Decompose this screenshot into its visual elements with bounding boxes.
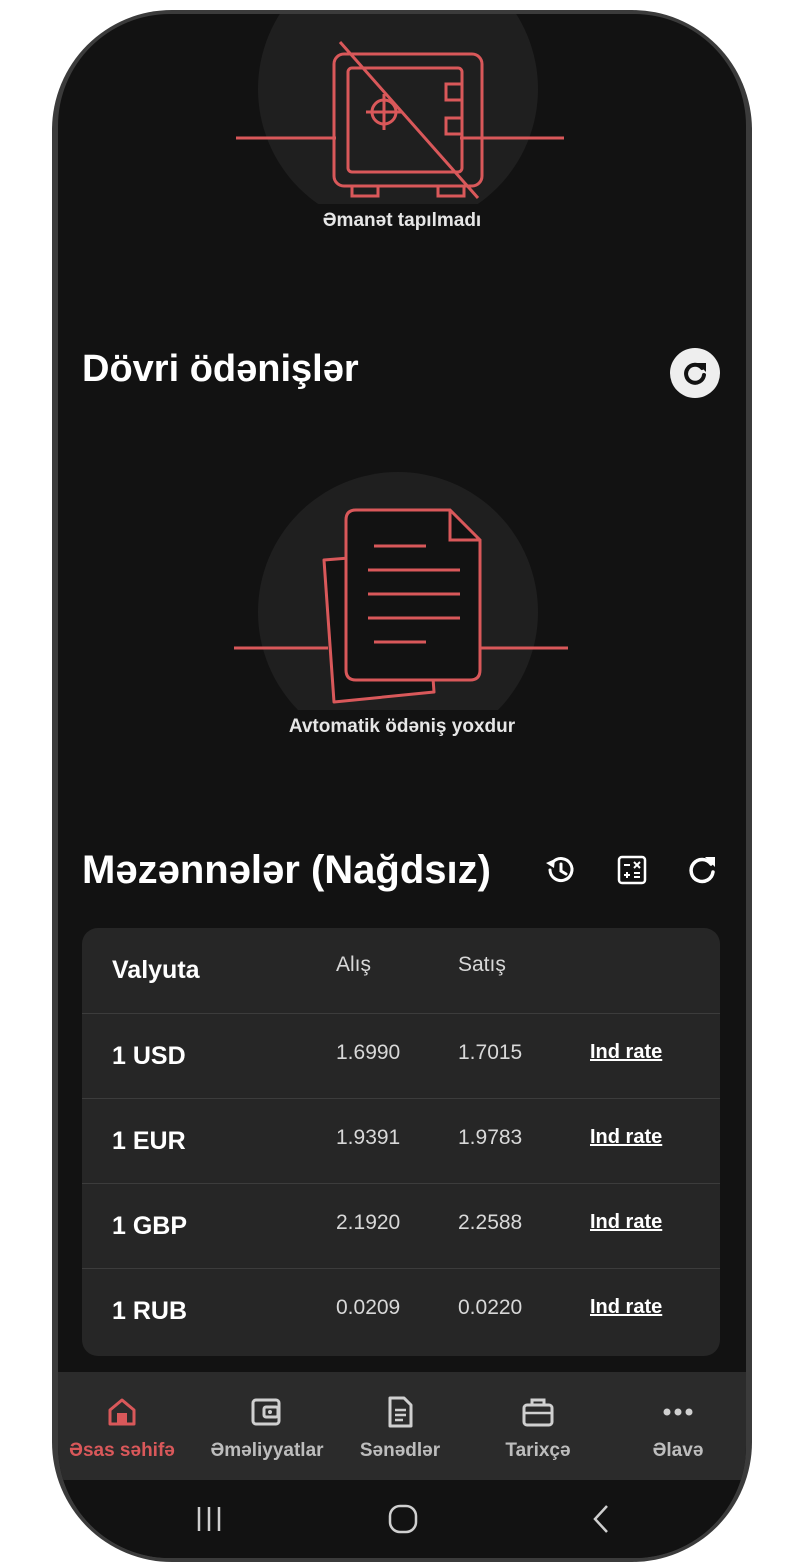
nav-label: Əsas səhifə	[69, 1440, 175, 1461]
nav-item-home[interactable]: Əsas səhifə	[58, 1372, 186, 1480]
nav-item-documents[interactable]: Sənədlər	[348, 1372, 452, 1480]
nav-label: Əməliyyatlar	[210, 1440, 324, 1461]
recurring-payments-title: Dövri ödənişlər	[82, 348, 359, 390]
sell-cell: 1.9783	[458, 1125, 523, 1149]
ind-rate-link[interactable]: Ind rate	[590, 1095, 662, 1180]
wallet-icon	[250, 1394, 284, 1430]
header-currency: Valyuta	[112, 956, 200, 984]
rates-table: Valyuta Alış Satış 1 USD 1.6990 1.7015 I…	[82, 928, 720, 1356]
back-icon[interactable]	[556, 1480, 646, 1558]
header-buy: Alış	[336, 952, 372, 976]
nav-item-operations[interactable]: Əməliyyatlar	[194, 1372, 340, 1480]
app-screen: Əmanət tapılmadı Dövri ödənişlər Avtomat…	[58, 14, 746, 1558]
table-row: 1 USD 1.6990 1.7015 Ind rate	[82, 1013, 720, 1099]
currency-cell: 1 RUB	[112, 1297, 188, 1325]
bottom-navigation: Əsas səhifə Əməliyyatlar Sənədlər Tarixç…	[58, 1372, 746, 1480]
buy-cell: 1.6990	[336, 1040, 401, 1064]
sell-cell: 0.0220	[458, 1295, 523, 1319]
table-row: 1 RUB 0.0209 0.0220 Ind rate	[82, 1268, 720, 1354]
header-sell: Satış	[458, 952, 506, 976]
currency-cell: 1 GBP	[112, 1212, 188, 1240]
briefcase-icon	[520, 1394, 556, 1430]
currency-cell: 1 USD	[112, 1042, 186, 1070]
ind-rate-link[interactable]: Ind rate	[590, 1180, 662, 1265]
system-navigation-bar	[58, 1480, 746, 1558]
sell-cell: 2.2588	[458, 1210, 523, 1234]
nav-label: Əlavə	[652, 1440, 704, 1461]
recent-apps-icon[interactable]	[164, 1480, 254, 1558]
more-icon	[662, 1394, 694, 1430]
table-row: 1 GBP 2.1920 2.2588 Ind rate	[82, 1183, 720, 1269]
history-icon[interactable]	[542, 852, 578, 888]
table-row: 1 EUR 1.9391 1.9783 Ind rate	[82, 1098, 720, 1184]
sell-cell: 1.7015	[458, 1040, 523, 1064]
nav-label: Sənədlər	[359, 1440, 441, 1461]
recurring-empty-label: Avtomatik ödəniş yoxdur	[288, 716, 516, 737]
ind-rate-link[interactable]: Ind rate	[590, 1265, 662, 1350]
buy-cell: 0.0209	[336, 1295, 401, 1319]
nav-item-more[interactable]: Əlavə	[628, 1372, 728, 1480]
refresh-icon[interactable]	[684, 852, 720, 888]
nav-item-history[interactable]: Tarixçə	[486, 1372, 590, 1480]
ind-rate-link[interactable]: Ind rate	[590, 1010, 662, 1095]
crossed-safe-icon	[236, 14, 564, 204]
buy-cell: 1.9391	[336, 1125, 401, 1149]
deposit-empty-label: Əmanət tapılmadı	[322, 210, 482, 231]
rates-header-row: Valyuta Alış Satış	[82, 928, 720, 1013]
buy-cell: 2.1920	[336, 1210, 401, 1234]
home-button-icon[interactable]	[358, 1480, 448, 1558]
currency-cell: 1 EUR	[112, 1127, 186, 1155]
document-icon	[385, 1394, 415, 1430]
documents-icon	[234, 472, 568, 710]
refresh-icon[interactable]	[670, 348, 720, 398]
nav-label: Tarixçə	[505, 1440, 571, 1461]
rates-title: Məzənnələr (Nağdsız)	[82, 848, 491, 892]
calculator-icon[interactable]	[614, 852, 650, 888]
home-icon	[106, 1394, 138, 1430]
